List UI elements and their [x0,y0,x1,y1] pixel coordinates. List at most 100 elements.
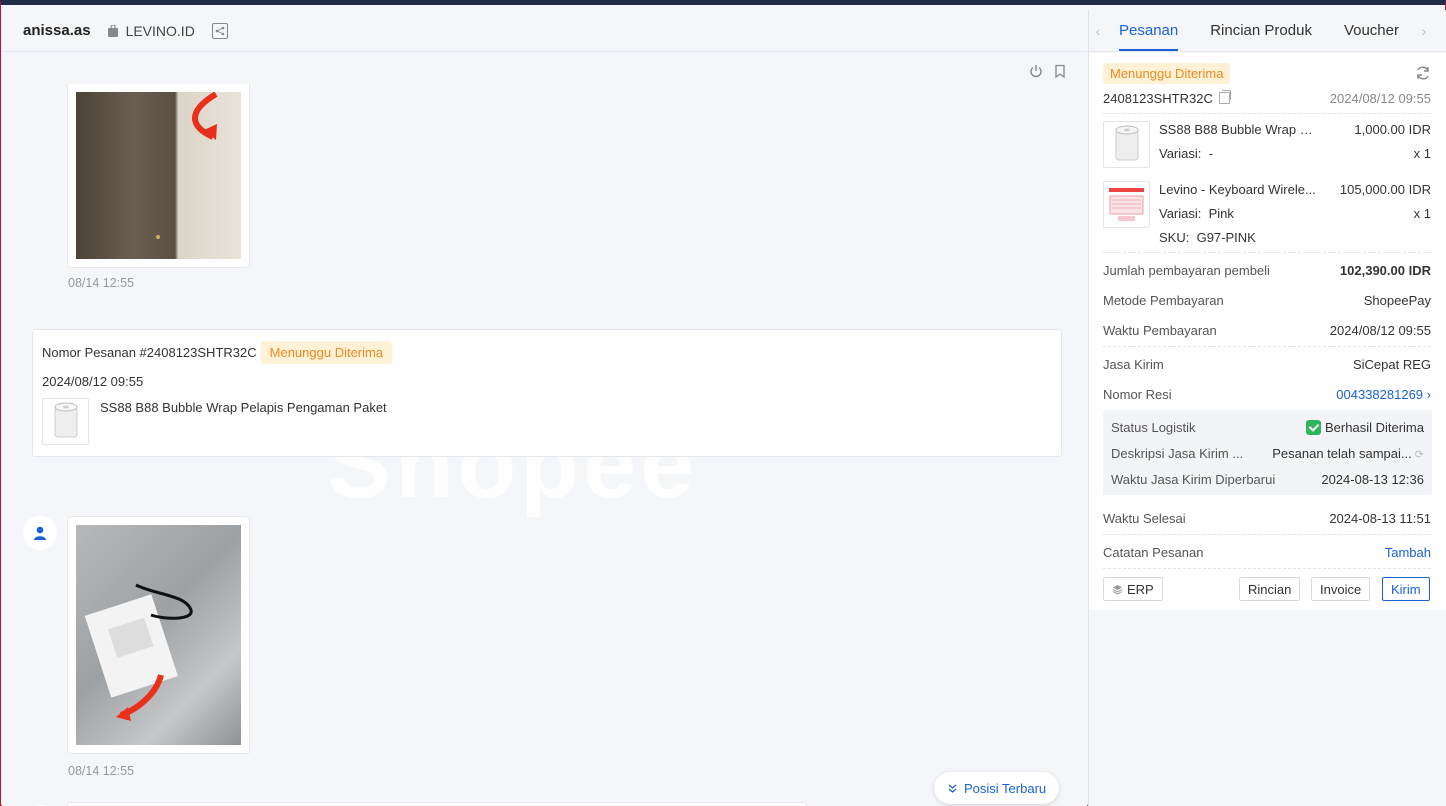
product-name: SS88 B88 Bubble Wrap Pelapis Pengaman Pa… [100,400,387,415]
copy-icon[interactable] [1218,90,1231,104]
avatar[interactable] [23,516,57,550]
shop-bag-icon [107,24,118,37]
refresh-icon[interactable]: ⟳ [1412,449,1424,461]
refresh-icon[interactable] [1415,65,1431,81]
order-note-row: Catatan Pesanan Tambah [1103,543,1431,561]
message-timestamp: 08/14 12:55 [68,276,135,290]
payment-method-row: Metode Pembayaran ShopeePay [1103,291,1431,309]
item-price: 105,000.00 IDR [1339,182,1431,197]
order-card[interactable]: Nomor Pesanan #2408123SHTR32C Menunggu D… [32,329,1062,457]
order-item[interactable]: Levino - Keyboard Wirele... 105,000.00 I… [1103,181,1431,253]
item-name: Levino - Keyboard Wirele... [1159,182,1316,197]
shop-label: LEVINO.ID [107,23,195,39]
latest-position-button[interactable]: Posisi Terbaru [934,772,1060,804]
erp-icon [1112,584,1123,595]
order-number: Nomor Pesanan #2408123SHTR32C [42,345,257,360]
buyer-payment-label: Jumlah pembayaran pembeli [1103,262,1270,278]
share-icon[interactable] [211,22,228,39]
erp-label: ERP [1127,581,1154,597]
order-item[interactable]: SS88 B88 Bubble Wrap Pel... 1,000.00 IDR… [1103,121,1431,171]
payment-time-row: Waktu Pembayaran 2024/08/12 09:55 [1103,321,1431,339]
divider [1103,534,1431,535]
chevron-right-icon[interactable]: › [1415,23,1433,39]
latest-position-label: Posisi Terbaru [964,780,1047,796]
item-quantity: x 1 [1413,146,1431,161]
order-card-header: Nomor Pesanan #2408123SHTR32C Menunggu D… [42,341,393,364]
order-status-row: Menunggu Diterima [1103,62,1431,84]
power-icon[interactable] [1029,64,1043,78]
buyer-name[interactable]: anissa.as [23,22,91,39]
detail-button[interactable]: Rincian [1239,577,1301,601]
invoice-button[interactable]: Invoice [1311,577,1371,601]
courier-value: SiCepat REG [1352,356,1431,372]
logistics-status-label: Status Logistik [1111,420,1196,435]
logistics-box: Status Logistik Berhasil Diterima Deskri… [1103,410,1432,495]
chevron-right-icon: › [1426,386,1431,402]
add-note-link[interactable]: Tambah [1385,545,1431,560]
buyer-payment-row: Jumlah pembayaran pembeli 102,390.00 IDR [1103,261,1431,279]
tab-pesanan[interactable]: Pesanan [1119,10,1179,51]
logistics-desc-label: Deskripsi Jasa Kirim ... [1111,446,1244,461]
buyer-payment-value: 102,390.00 IDR [1339,262,1431,278]
chevron-left-icon[interactable]: ‹ [1089,23,1107,39]
double-chevron-down-icon [948,784,957,793]
send-button[interactable]: Kirim [1382,577,1430,601]
completed-value: 2024-08-13 11:51 [1329,510,1431,526]
courier-label: Jasa Kirim [1103,356,1164,372]
image-message[interactable] [67,516,250,754]
chat-photo[interactable] [76,92,241,259]
variation-value: Pink [1208,206,1234,221]
product-thumbnail [1103,181,1150,228]
tracking-number-link[interactable]: 004338281269 › [1336,387,1431,402]
tab-rincian-produk[interactable]: Rincian Produk [1210,10,1312,51]
variation-label: Variasi: [1159,206,1202,221]
order-time: 2024/08/12 09:55 [1329,90,1431,106]
sku-label: SKU: [1159,230,1190,245]
order-detail-card: Menunggu Diterima 2408123SHTR32C 2024/08… [1089,53,1446,610]
order-id-row: 2408123SHTR32C 2024/08/12 09:55 [1103,89,1431,107]
check-icon [1306,420,1322,435]
arrow-annotation-icon [156,92,218,239]
tab-voucher[interactable]: Voucher [1344,10,1399,51]
image-message[interactable] [67,84,250,268]
app-frame: anissa.as LEVINO.ID Shopee 08/14 12:55 N… [0,0,1446,806]
logistics-updated-label: Waktu Jasa Kirim Diperbarui [1111,472,1276,487]
user-icon [34,526,46,540]
logistics-updated-value: 2024-08-13 12:36 [1321,472,1424,487]
order-date: 2024/08/12 09:55 [42,374,144,389]
product-thumbnail [1103,121,1150,168]
order-note-label: Catatan Pesanan [1103,544,1204,560]
item-quantity: x 1 [1413,206,1431,221]
variation-value: - [1208,146,1213,161]
completed-row: Waktu Selesai 2024-08-13 11:51 [1103,509,1431,527]
item-name: SS88 B88 Bubble Wrap Pel... [1159,122,1319,137]
chat-photo[interactable] [76,525,241,745]
sku-value: G97-PINK [1196,230,1256,245]
courier-row: Jasa Kirim SiCepat REG [1103,355,1431,373]
message-timestamp: 08/14 12:55 [68,764,135,778]
logistics-status-value: Berhasil Diterima [1325,420,1424,435]
order-panel: ‹ Pesanan Rincian Produk Voucher › Menun… [1088,10,1446,806]
completed-label: Waktu Selesai [1103,510,1186,526]
divider [1103,568,1431,569]
shop-name: LEVINO.ID [125,22,195,39]
chat-pane: anissa.as LEVINO.ID Shopee 08/14 12:55 N… [2,10,1087,806]
product-photo-content-icon [84,583,193,721]
payment-time-value: 2024/08/12 09:55 [1329,322,1431,338]
product-thumbnail [42,398,89,445]
divider [1103,113,1431,114]
chat-header: anissa.as LEVINO.ID [2,10,1087,52]
chat-tools [1029,64,1067,79]
erp-button[interactable]: ERP [1103,577,1163,601]
message-bubble [67,802,807,806]
status-badge: Menunggu Diterima [260,341,393,364]
tracking-number: 004338281269 [1336,386,1424,402]
payment-method-value: ShopeePay [1363,292,1431,308]
tracking-row: Nomor Resi 004338281269 › [1103,385,1431,403]
divider [1103,346,1431,347]
divider [1103,252,1431,253]
logistics-desc-value: Pesanan telah sampai... [1272,446,1412,461]
payment-method-label: Metode Pembayaran [1103,292,1224,308]
panel-tabs: ‹ Pesanan Rincian Produk Voucher › [1089,10,1446,52]
bookmark-icon[interactable] [1053,64,1067,79]
